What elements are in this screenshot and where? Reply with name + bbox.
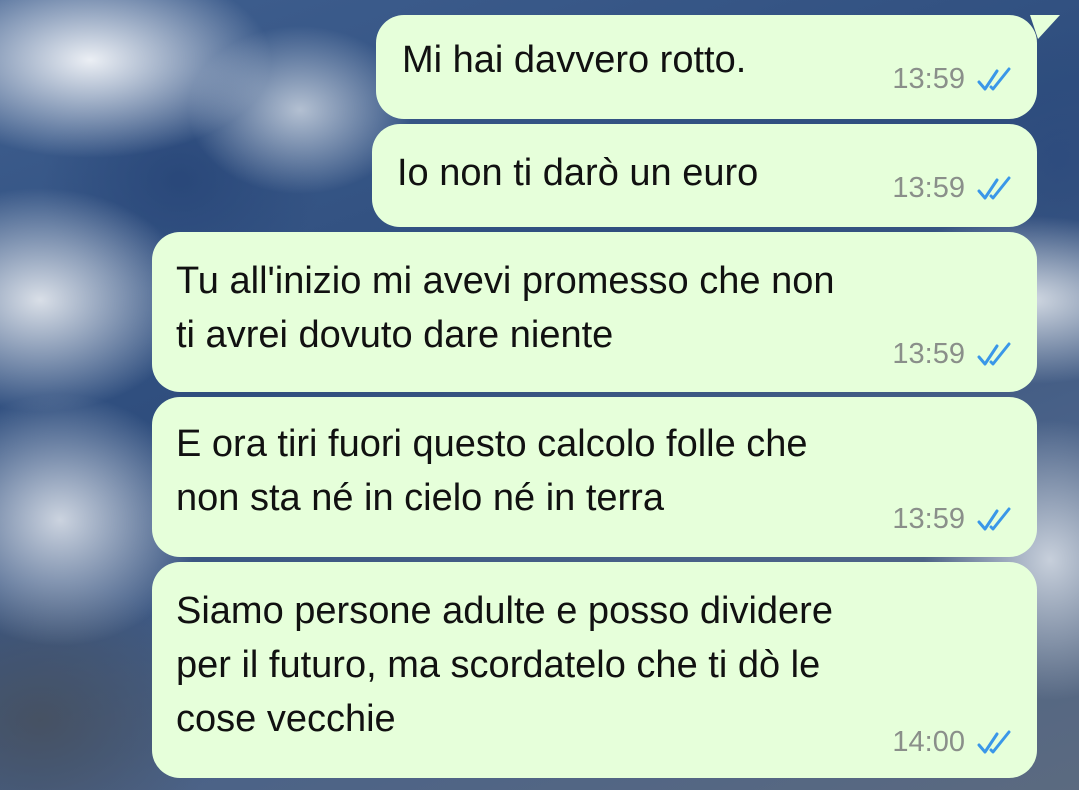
message-time: 13:59: [892, 63, 965, 95]
message-text: Io non ti darò un euro: [397, 152, 759, 194]
message-bubble[interactable]: Io non ti darò un euro 13:59: [372, 124, 1037, 227]
message-text: Tu all'inizio mi avevi promesso che non …: [176, 260, 835, 356]
message-time: 13:59: [892, 172, 965, 204]
double-check-read-icon: [977, 730, 1011, 753]
double-check-read-icon: [977, 507, 1011, 530]
double-check-read-icon: [977, 67, 1011, 90]
message-text: Mi hai davvero rotto.: [402, 39, 747, 81]
message-time: 14:00: [892, 726, 965, 758]
message-time: 13:59: [892, 338, 965, 370]
message-bubble[interactable]: Mi hai davvero rotto. 13:59: [376, 15, 1037, 119]
message-time: 13:59: [892, 503, 965, 535]
bubble-tail: [1030, 15, 1060, 39]
message-bubble[interactable]: Siamo persone adulte e posso dividere pe…: [152, 562, 1037, 778]
message-text: Siamo persone adulte e posso dividere pe…: [176, 590, 833, 740]
message-bubble[interactable]: E ora tiri fuori questo calcolo folle ch…: [152, 397, 1037, 557]
double-check-read-icon: [977, 342, 1011, 365]
message-bubble[interactable]: Tu all'inizio mi avevi promesso che non …: [152, 232, 1037, 392]
message-text: E ora tiri fuori questo calcolo folle ch…: [176, 423, 808, 519]
double-check-read-icon: [977, 176, 1011, 199]
